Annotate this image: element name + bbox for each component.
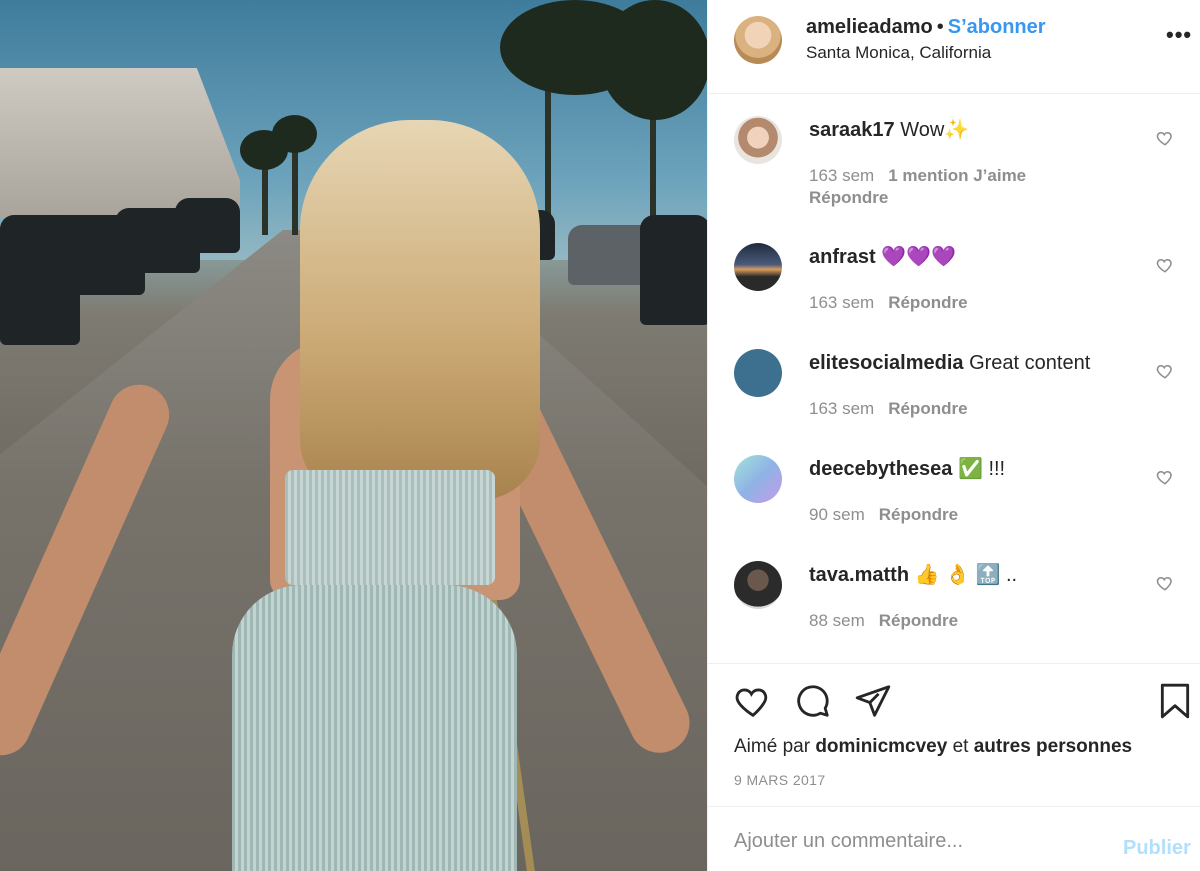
reply-button[interactable]: Répondre [888,399,967,418]
comment-text: 👍 👌 🔝 .. [914,564,1018,586]
bookmark-icon[interactable] [1156,682,1194,720]
post-photo[interactable] [0,0,707,871]
liked-by-user[interactable]: dominicmcvey [815,736,947,757]
comment-heart-icon[interactable] [1156,468,1174,486]
comment-username[interactable]: tava.matth [809,564,909,586]
comment-time[interactable]: 90 sem [809,505,865,524]
comment-item: deecebythesea ✅ !!! 90 sem Répondre [708,434,1200,540]
comment-item: elitesocialmedia Great content 163 sem Ré… [708,328,1200,434]
person-hair [300,120,540,500]
comment-avatar[interactable] [734,455,782,503]
comment-meta: 163 sem 1 mention J’aime Répondre [809,165,1026,209]
liked-by-others[interactable]: autres personnes [974,736,1132,757]
comment-heart-icon[interactable] [1156,574,1174,592]
comment-username[interactable]: saraak17 [809,119,895,141]
comment-heart-icon[interactable] [1156,362,1174,380]
post-sidebar: amelieadamo • S’abonner Santa Monica, Cali… [707,0,1200,871]
comment-item: anfrast 💜💜💜 163 sem Répondre [708,222,1200,328]
author-avatar[interactable] [734,16,782,64]
comment-username[interactable]: anfrast [809,246,876,268]
more-options-icon[interactable]: ••• [1166,22,1192,48]
reply-button[interactable]: Répondre [888,293,967,312]
person-skirt [232,585,517,871]
comment-text: ✅ !!! [957,458,1006,480]
comment-heart-icon[interactable] [1156,256,1174,274]
person-top [285,470,495,585]
share-icon[interactable] [854,682,892,720]
author-username[interactable]: amelieadamo [806,16,933,38]
comment-meta: 163 sem Répondre [809,292,968,314]
add-comment-bar: Publier [708,806,1200,871]
comment-list[interactable]: saraak17 Wow✨ 163 sem 1 mention J’aime Ré… [708,95,1200,663]
comment-avatar[interactable] [734,349,782,397]
comment-text: Wow✨ [900,119,970,141]
separator-dot: • [936,16,944,38]
comment-heart-icon[interactable] [1156,129,1174,147]
comment-avatar[interactable] [734,116,782,164]
reply-button[interactable]: Répondre [879,505,958,524]
comment-input[interactable] [734,823,1104,859]
comment-username[interactable]: elitesocialmedia [809,352,964,374]
comment-item: saraak17 Wow✨ 163 sem 1 mention J’aime Ré… [708,95,1200,207]
publish-button[interactable]: Publier [1123,837,1191,860]
comment-time[interactable]: 163 sem [809,399,874,418]
comment-meta: 90 sem Répondre [809,504,958,526]
instagram-post: amelieadamo • S’abonner Santa Monica, Cali… [0,0,1200,871]
comment-icon[interactable] [794,682,832,720]
follow-button[interactable]: S’abonner [948,16,1046,38]
comment-text: Great content [969,352,1091,374]
post-header: amelieadamo • S’abonner Santa Monica, Cali… [708,0,1200,94]
post-location[interactable]: Santa Monica, California [806,43,991,63]
comment-meta: 88 sem Répondre [809,610,958,632]
reply-button[interactable]: Répondre [809,187,1026,209]
comment-likes[interactable]: 1 mention J’aime [888,166,1026,185]
comment-time[interactable]: 163 sem [809,293,874,312]
comment-text: 💜💜💜 [881,246,956,268]
reply-button[interactable]: Répondre [879,611,958,630]
liked-by: Aimé par dominicmcvey et autres personne… [734,736,1133,757]
post-actions: Aimé par dominicmcvey et autres personne… [708,663,1200,806]
comment-username[interactable]: deecebythesea [809,458,952,480]
post-date[interactable]: 9 MARS 2017 [734,772,826,788]
comment-avatar[interactable] [734,561,782,609]
comment-item: tava.matth 👍 👌 🔝 .. 88 sem Répondre [708,540,1200,646]
like-heart-icon[interactable] [734,682,772,720]
comment-time[interactable]: 163 sem [809,166,874,185]
building [0,68,240,218]
comment-time[interactable]: 88 sem [809,611,865,630]
comment-avatar[interactable] [734,243,782,291]
comment-meta: 163 sem Répondre [809,398,968,420]
